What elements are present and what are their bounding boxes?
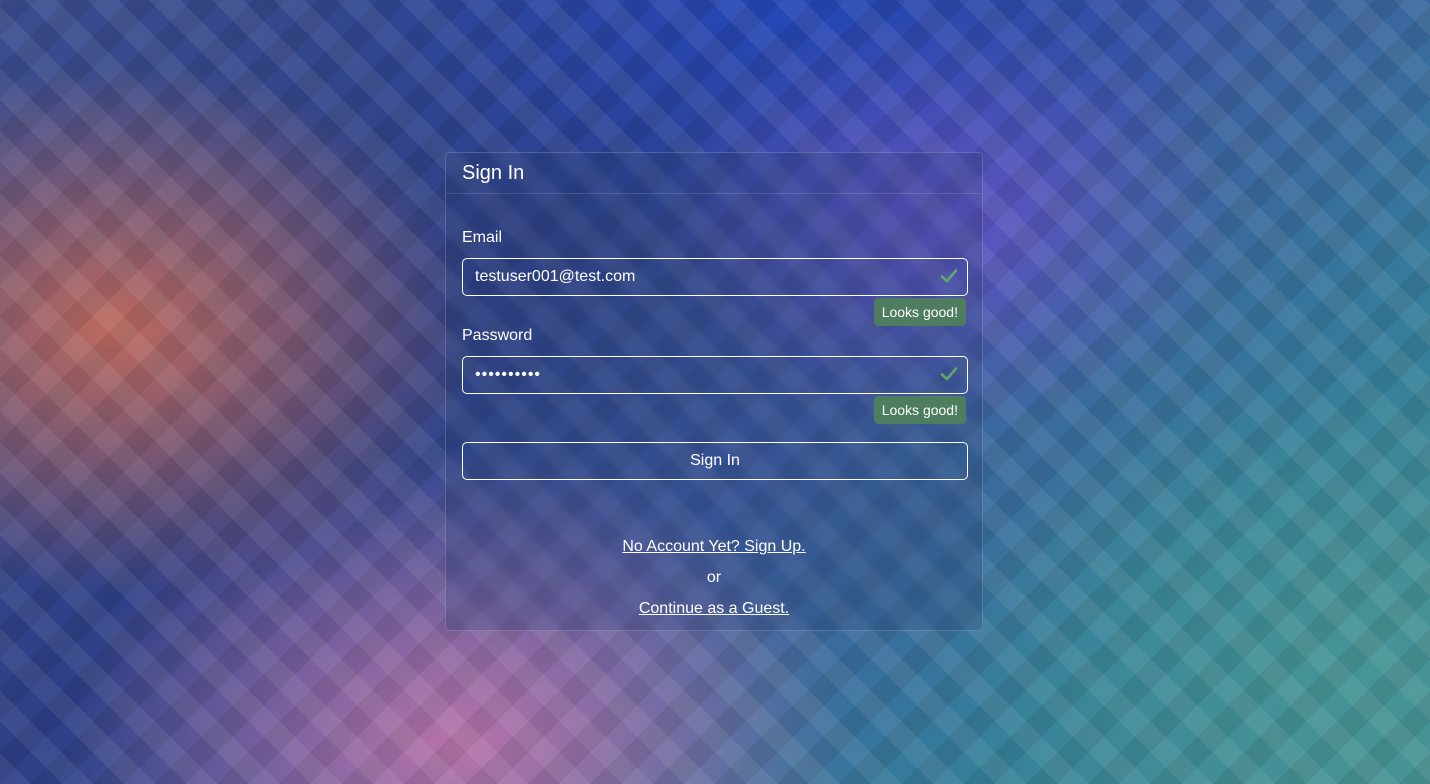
continue-as-guest-link[interactable]: Continue as a Guest. (639, 600, 789, 617)
check-icon (940, 269, 958, 283)
sign-up-link[interactable]: No Account Yet? Sign Up. (622, 538, 805, 555)
password-input[interactable] (462, 356, 968, 394)
email-input[interactable] (462, 258, 968, 296)
sign-in-card: Sign In Email Looks good! Password (445, 152, 983, 631)
password-label: Password (462, 327, 533, 344)
account-links: No Account Yet? Sign Up. or Continue as … (462, 537, 966, 619)
email-valid-feedback: Looks good! (873, 298, 966, 326)
email-group: Email Looks good! (462, 228, 968, 326)
or-separator: or (706, 569, 722, 586)
card-title: Sign In (462, 162, 525, 184)
card-header: Sign In (446, 153, 982, 194)
email-input-wrap (462, 258, 968, 296)
email-feedback-row: Looks good! (462, 296, 966, 326)
password-feedback-row: Looks good! (462, 394, 966, 424)
password-group: Password Looks good! (462, 326, 968, 424)
check-icon (940, 367, 958, 381)
sign-in-button[interactable]: Sign In (462, 442, 968, 480)
email-label: Email (462, 229, 503, 246)
sign-in-form: Email Looks good! Password Looks good! (446, 194, 982, 619)
password-valid-feedback: Looks good! (873, 396, 966, 424)
password-input-wrap (462, 356, 968, 394)
